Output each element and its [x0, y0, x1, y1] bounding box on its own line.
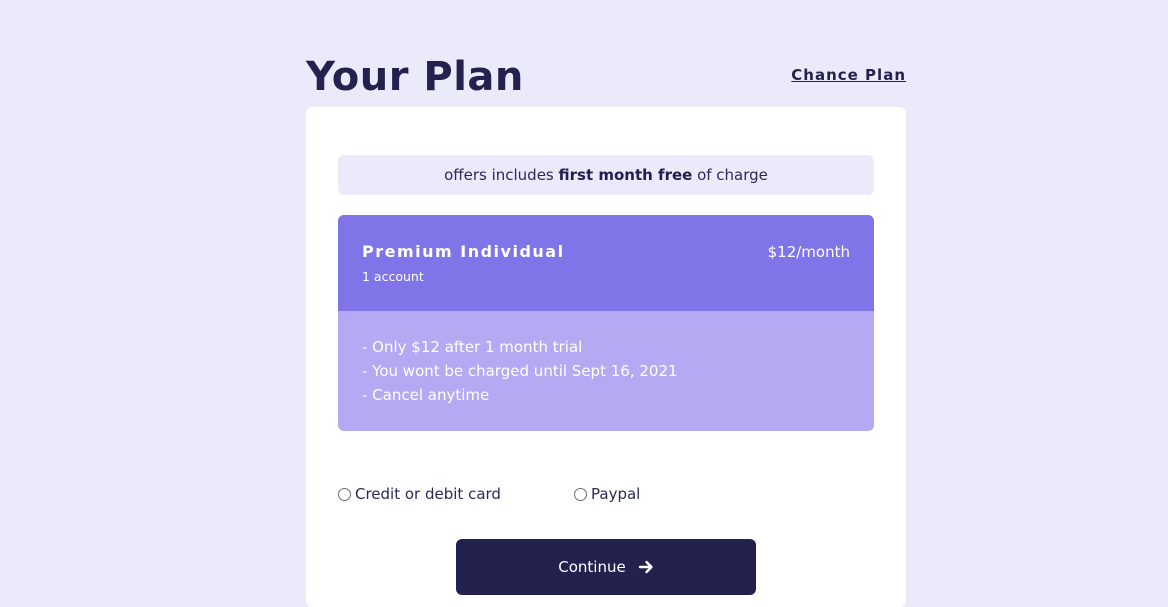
payment-option-label: Credit or debit card — [355, 485, 501, 503]
plan-card: offers includes first month free of char… — [306, 107, 906, 607]
plan-feature-item: - Cancel anytime — [362, 386, 490, 404]
plan-price: $12/month — [767, 243, 850, 261]
plan-details: Premium Individual 1 account $12/month -… — [338, 215, 874, 431]
plan-feature-item: - You wont be charged until Sept 16, 202… — [362, 362, 678, 380]
plan-features: - Only $12 after 1 month trial - You won… — [338, 311, 874, 431]
plan-container: Your Plan Chance Plan offers includes fi… — [306, 0, 906, 607]
offer-suffix: of charge — [692, 166, 768, 184]
offer-highlight: first month free — [558, 166, 693, 184]
payment-option-paypal[interactable]: Paypal — [574, 485, 640, 503]
paypal-radio[interactable] — [574, 487, 587, 501]
card-radio[interactable] — [338, 487, 351, 501]
payment-option-label: Paypal — [591, 485, 641, 503]
plan-header: Premium Individual 1 account $12/month — [338, 215, 874, 311]
offer-prefix: offers includes — [444, 166, 559, 184]
payment-options: Credit or debit card Paypal — [338, 485, 874, 509]
plan-feature-item: - Only $12 after 1 month trial — [362, 338, 583, 356]
change-plan-link[interactable]: Chance Plan — [791, 66, 906, 84]
page-title: Your Plan — [306, 54, 524, 100]
arrow-right-icon — [638, 559, 654, 575]
continue-button[interactable]: Continue — [456, 539, 756, 595]
plan-name: Premium Individual — [362, 242, 565, 261]
payment-option-card[interactable]: Credit or debit card — [338, 485, 501, 503]
offer-banner: offers includes first month free of char… — [338, 155, 874, 195]
plan-accounts: 1 account — [362, 269, 424, 284]
continue-label: Continue — [558, 558, 626, 576]
